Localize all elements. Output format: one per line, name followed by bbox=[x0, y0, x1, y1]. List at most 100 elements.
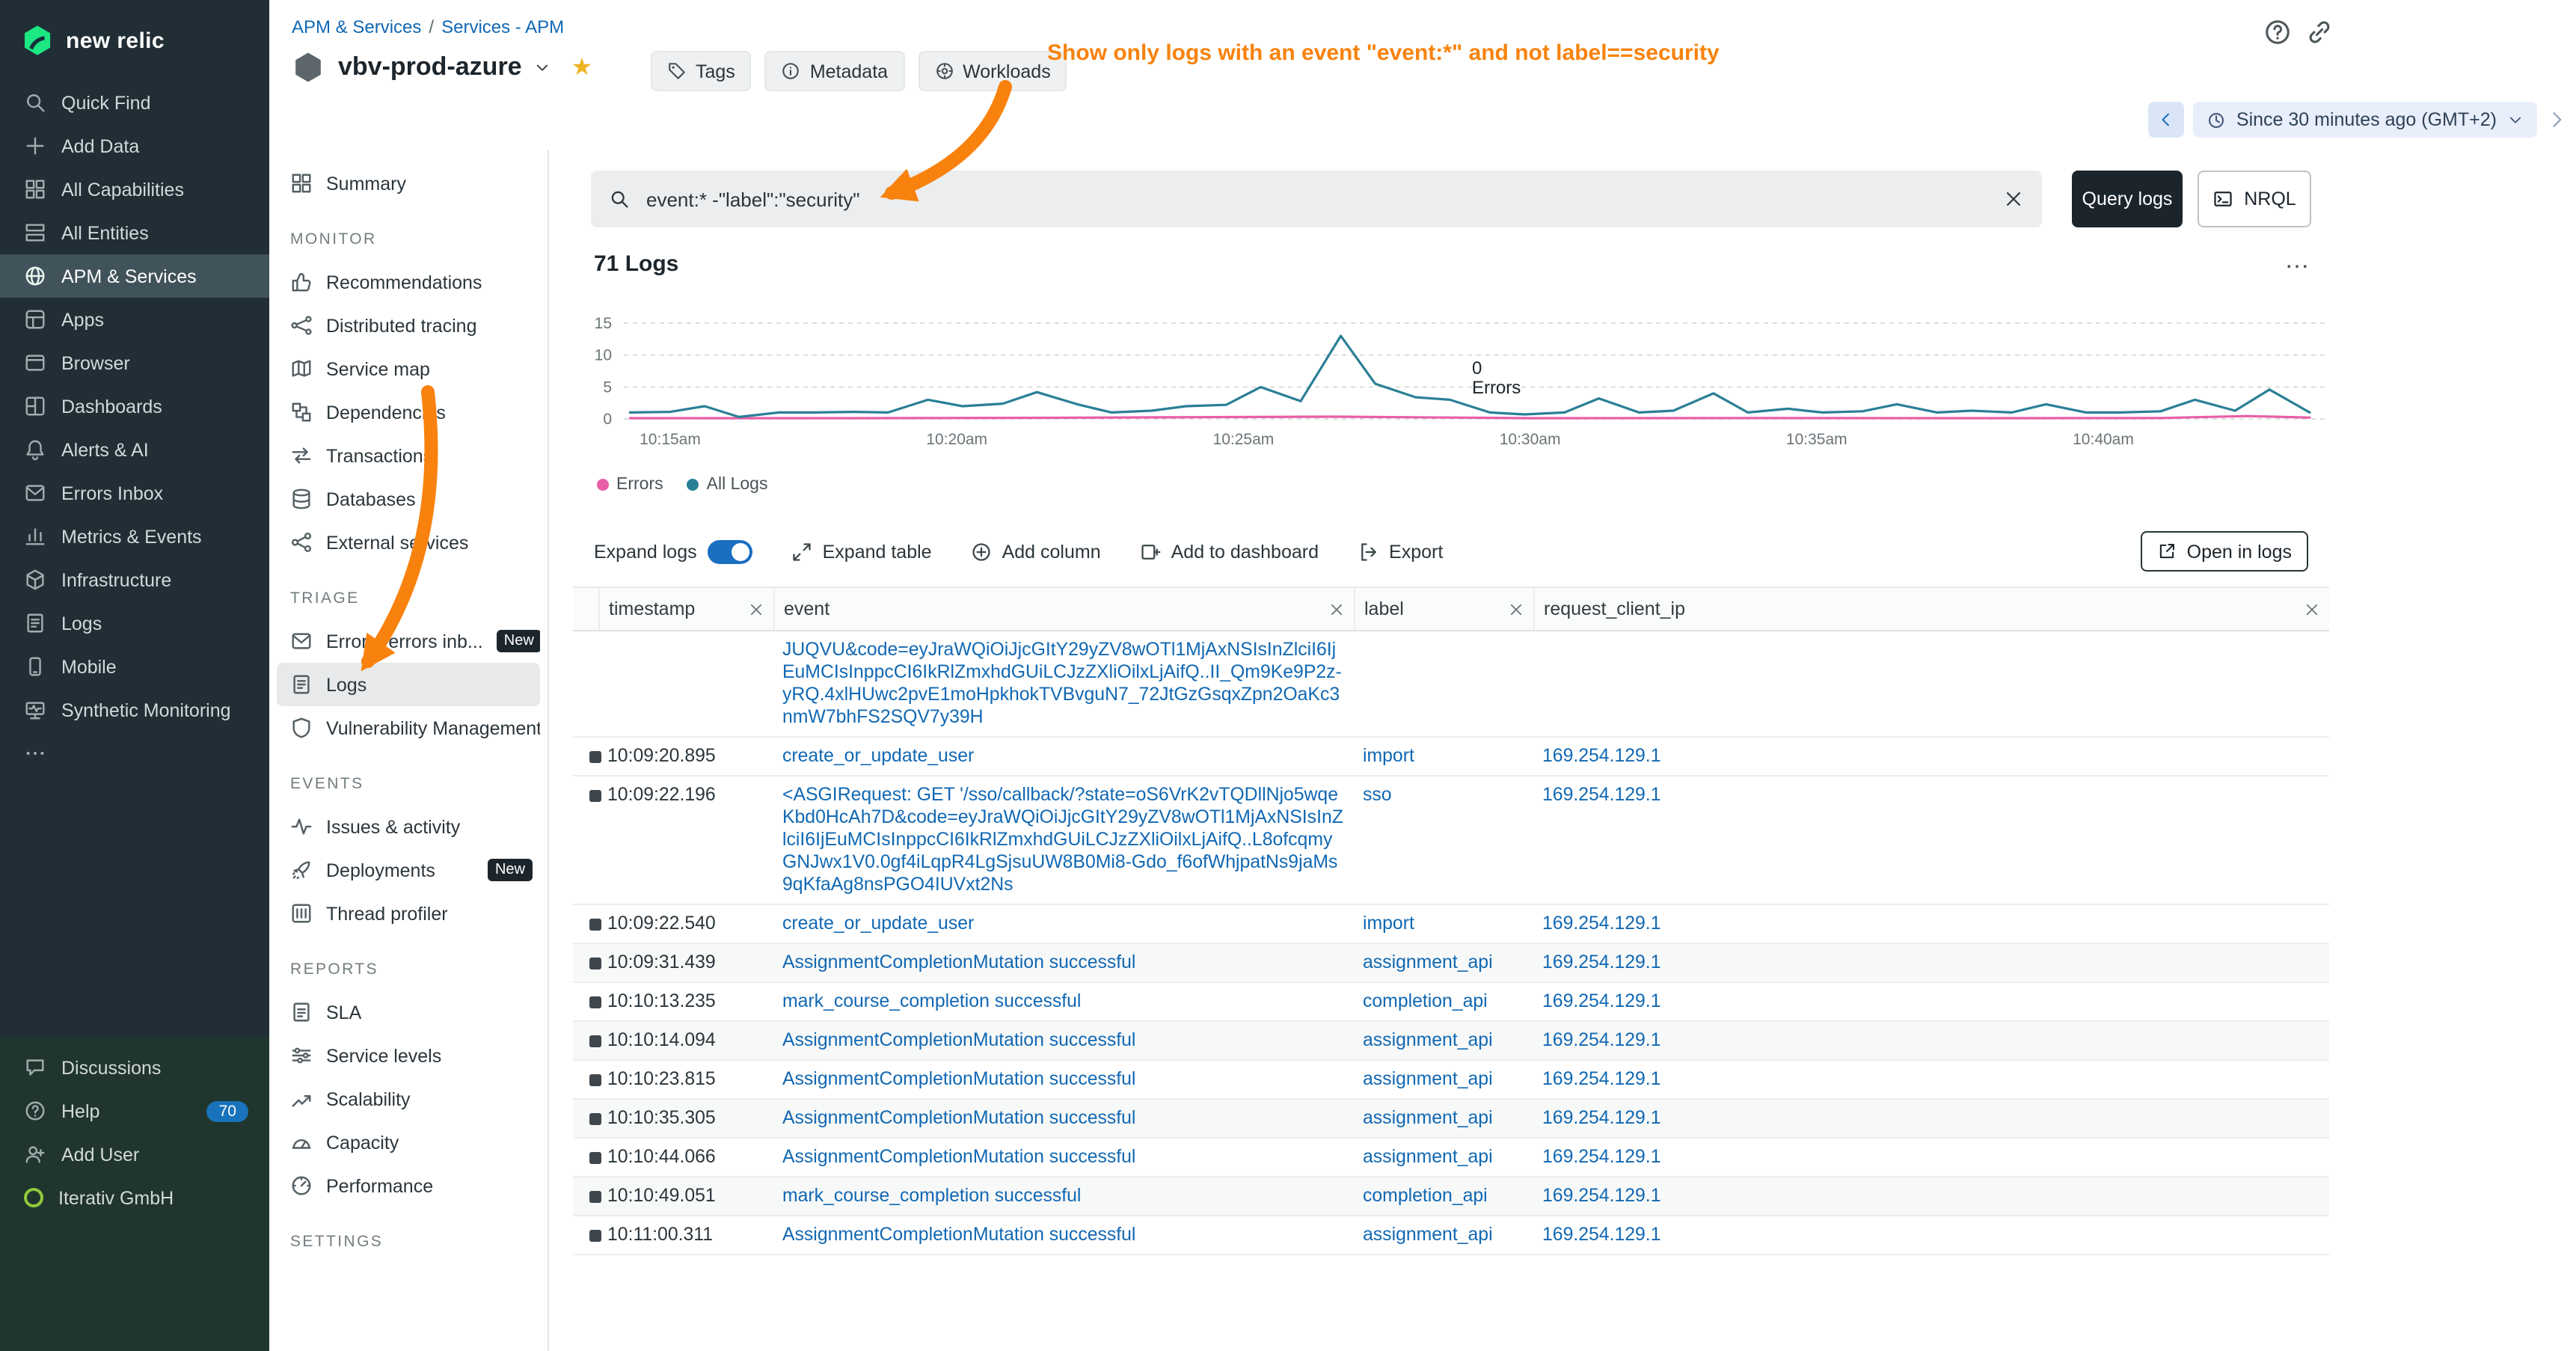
sidebar-item-metrics-events[interactable]: Metrics & Events bbox=[0, 515, 269, 558]
table-row[interactable]: 10:11:00.311AssignmentCompletionMutation… bbox=[573, 1216, 2329, 1255]
remove-column-icon[interactable] bbox=[1508, 601, 1524, 617]
subnav-item-thread-profiler[interactable]: Thread profiler bbox=[277, 892, 540, 935]
subnav-item-summary[interactable]: Summary bbox=[277, 162, 540, 205]
subnav-item-databases[interactable]: Databases bbox=[277, 477, 540, 521]
table-row[interactable]: 10:10:13.235mark_course_completion succe… bbox=[573, 983, 2329, 1022]
sidebar-footer-item-discussions[interactable]: Discussions bbox=[0, 1046, 269, 1089]
permalink-icon[interactable] bbox=[2305, 18, 2334, 46]
more-options-icon[interactable]: … bbox=[2284, 245, 2313, 275]
expand-table-button[interactable]: Expand table bbox=[791, 541, 932, 562]
cell-event[interactable]: AssignmentCompletionMutation successful bbox=[773, 1022, 1354, 1059]
cell-request-client-ip[interactable]: 169.254.129.1 bbox=[1533, 905, 2329, 943]
cell-label[interactable]: assignment_api bbox=[1354, 1139, 1533, 1176]
cell-event[interactable]: mark_course_completion successful bbox=[773, 983, 1354, 1020]
legend-item-errors[interactable]: Errors bbox=[597, 476, 663, 494]
cell-event[interactable]: <ASGIRequest: GET '/sso/callback/?state=… bbox=[773, 776, 1354, 904]
time-back-button[interactable] bbox=[2148, 102, 2184, 138]
sidebar-item-more[interactable] bbox=[0, 732, 269, 775]
subnav-item-external-services[interactable]: External services bbox=[277, 521, 540, 564]
column-header-event[interactable]: event bbox=[773, 588, 1354, 630]
add-to-dashboard-button[interactable]: Add to dashboard bbox=[1140, 541, 1319, 562]
table-row[interactable]: 10:09:22.540create_or_update_userimport1… bbox=[573, 905, 2329, 944]
cell-request-client-ip[interactable]: 169.254.129.1 bbox=[1533, 983, 2329, 1020]
tags-button[interactable]: Tags bbox=[651, 51, 752, 91]
cell-label[interactable]: completion_api bbox=[1354, 983, 1533, 1020]
add-column-button[interactable]: Add column bbox=[971, 541, 1101, 562]
sidebar-item-mobile[interactable]: Mobile bbox=[0, 645, 269, 688]
export-button[interactable]: Export bbox=[1358, 541, 1443, 562]
cell-label[interactable]: sso bbox=[1354, 776, 1533, 904]
cell-label[interactable]: import bbox=[1354, 738, 1533, 775]
cell-request-client-ip[interactable]: 169.254.129.1 bbox=[1533, 944, 2329, 981]
remove-column-icon[interactable] bbox=[748, 601, 764, 617]
cell-request-client-ip[interactable]: 169.254.129.1 bbox=[1533, 1216, 2329, 1254]
subnav-item-issues-activity[interactable]: Issues & activity bbox=[277, 805, 540, 848]
cell-label[interactable]: assignment_api bbox=[1354, 944, 1533, 981]
cell-event[interactable]: AssignmentCompletionMutation successful bbox=[773, 1139, 1354, 1176]
subnav-item-deployments[interactable]: DeploymentsNew bbox=[277, 848, 540, 892]
time-range-button[interactable]: Since 30 minutes ago (GMT+2) bbox=[2193, 102, 2537, 138]
cell-label[interactable]: import bbox=[1354, 905, 1533, 943]
cell-label[interactable]: assignment_api bbox=[1354, 1216, 1533, 1254]
workloads-button[interactable]: Workloads bbox=[918, 51, 1067, 91]
table-row[interactable]: 10:10:35.305AssignmentCompletionMutation… bbox=[573, 1100, 2329, 1139]
cell-request-client-ip[interactable]: 169.254.129.1 bbox=[1533, 1139, 2329, 1176]
sidebar-item-infrastructure[interactable]: Infrastructure bbox=[0, 558, 269, 601]
cell-request-client-ip[interactable] bbox=[1533, 631, 2329, 736]
clear-query-icon[interactable] bbox=[2003, 189, 2024, 209]
table-row[interactable]: 10:10:23.815AssignmentCompletionMutation… bbox=[573, 1061, 2329, 1100]
table-row[interactable]: 10:09:20.895create_or_update_userimport1… bbox=[573, 738, 2329, 776]
sidebar-item-errors-inbox[interactable]: Errors Inbox bbox=[0, 471, 269, 515]
logo[interactable]: new relic bbox=[0, 0, 269, 81]
breadcrumb-apm-services[interactable]: APM & Services bbox=[292, 16, 421, 37]
query-logs-button[interactable]: Query logs bbox=[2072, 171, 2183, 227]
sidebar-item-synthetic-monitoring[interactable]: Synthetic Monitoring bbox=[0, 688, 269, 732]
cell-label[interactable]: assignment_api bbox=[1354, 1100, 1533, 1137]
subnav-item-performance[interactable]: Performance bbox=[277, 1164, 540, 1207]
sidebar-item-all-capabilities[interactable]: All Capabilities bbox=[0, 168, 269, 211]
sidebar-footer-item-add-user[interactable]: Add User bbox=[0, 1133, 269, 1176]
subnav-item-logs[interactable]: Logs bbox=[277, 663, 540, 706]
sidebar-item-logs[interactable]: Logs bbox=[0, 601, 269, 645]
favorite-star[interactable]: ★ bbox=[571, 52, 593, 82]
subnav-item-vulnerability-management[interactable]: Vulnerability Management bbox=[277, 706, 540, 750]
subnav-item-errors-errors-inb[interactable]: Errors (errors inb...New bbox=[277, 619, 540, 663]
subnav-item-transactions[interactable]: Transactions bbox=[277, 434, 540, 477]
cell-event[interactable]: create_or_update_user bbox=[773, 738, 1354, 775]
cell-label[interactable] bbox=[1354, 631, 1533, 736]
remove-column-icon[interactable] bbox=[1328, 601, 1345, 617]
cell-label[interactable]: assignment_api bbox=[1354, 1022, 1533, 1059]
cell-event[interactable]: AssignmentCompletionMutation successful bbox=[773, 1216, 1354, 1254]
sidebar-item-quick-find[interactable]: Quick Find bbox=[0, 81, 269, 124]
table-row[interactable]: 10:10:14.094AssignmentCompletionMutation… bbox=[573, 1022, 2329, 1061]
sidebar-item-apps[interactable]: Apps bbox=[0, 298, 269, 341]
table-row[interactable]: JUQVU&code=eyJraWQiOiJjcGItY29yZV8wOTl1M… bbox=[573, 631, 2329, 738]
cell-event[interactable]: mark_course_completion successful bbox=[773, 1177, 1354, 1215]
cell-request-client-ip[interactable]: 169.254.129.1 bbox=[1533, 1177, 2329, 1215]
help-circle-icon[interactable] bbox=[2263, 18, 2292, 46]
cell-event[interactable]: AssignmentCompletionMutation successful bbox=[773, 1100, 1354, 1137]
breadcrumb-services-apm[interactable]: Services - APM bbox=[441, 16, 564, 37]
cell-request-client-ip[interactable]: 169.254.129.1 bbox=[1533, 1022, 2329, 1059]
cell-event[interactable]: create_or_update_user bbox=[773, 905, 1354, 943]
metadata-button[interactable]: Metadata bbox=[765, 51, 904, 91]
cell-event[interactable]: AssignmentCompletionMutation successful bbox=[773, 1061, 1354, 1098]
sidebar-item-apm-services[interactable]: APM & Services bbox=[0, 254, 269, 298]
legend-item-all-logs[interactable]: All Logs bbox=[687, 476, 768, 494]
open-in-logs-button[interactable]: Open in logs bbox=[2141, 531, 2308, 572]
sidebar-footer-item-iterativ-gmbh[interactable]: Iterativ GmbH bbox=[0, 1176, 269, 1219]
cell-event[interactable]: AssignmentCompletionMutation successful bbox=[773, 944, 1354, 981]
cell-event[interactable]: JUQVU&code=eyJraWQiOiJjcGItY29yZV8wOTl1M… bbox=[773, 631, 1354, 736]
nrql-button[interactable]: NRQL bbox=[2198, 171, 2311, 227]
title-chevron-down-icon[interactable] bbox=[534, 59, 551, 76]
cell-request-client-ip[interactable]: 169.254.129.1 bbox=[1533, 1100, 2329, 1137]
subnav-item-capacity[interactable]: Capacity bbox=[277, 1121, 540, 1164]
sidebar-item-browser[interactable]: Browser bbox=[0, 341, 269, 385]
table-row[interactable]: 10:10:49.051mark_course_completion succe… bbox=[573, 1177, 2329, 1216]
table-row[interactable]: 10:09:31.439AssignmentCompletionMutation… bbox=[573, 944, 2329, 983]
sidebar-item-add-data[interactable]: Add Data bbox=[0, 124, 269, 168]
subnav-item-service-levels[interactable]: Service levels bbox=[277, 1034, 540, 1077]
table-row[interactable]: 10:10:44.066AssignmentCompletionMutation… bbox=[573, 1139, 2329, 1177]
cell-label[interactable]: assignment_api bbox=[1354, 1061, 1533, 1098]
log-query-input[interactable] bbox=[643, 186, 1990, 212]
